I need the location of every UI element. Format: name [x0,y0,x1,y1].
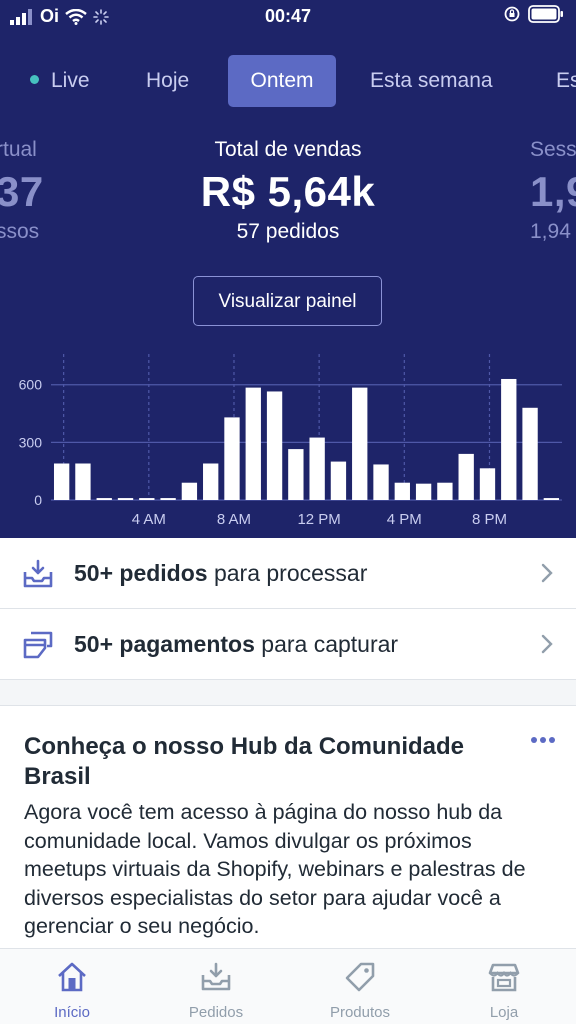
chart-bar [75,463,91,500]
orders-icon [201,962,231,991]
inbox-download-icon [23,559,53,588]
x-tick-label: 4 AM [132,511,166,528]
metric-sub: 1,94 [530,220,571,243]
tab-label: Live [51,69,90,92]
y-tick-label: 0 [34,492,42,508]
tab-today[interactable]: Hoje [146,55,189,107]
x-tick-label: 12 PM [297,511,340,528]
total-sales-label: Total de vendas [214,138,362,161]
chart-bar [394,482,410,500]
chart-bar [522,407,538,500]
row-rest: para processar [207,559,368,586]
tab-live[interactable]: Live [30,55,90,107]
status-right [504,5,564,23]
x-tick-label: 8 AM [217,511,251,528]
hourly-sales-chart: 0 300 600 4 AM 8 AM 12 PM 4 PM 8 PM [19,354,562,528]
orders-count: 57 pedidos [236,220,340,243]
live-indicator-icon [30,74,39,84]
chart-bar [53,463,70,500]
metric-right-partial[interactable]: Sess 1,9 1,94 [530,138,576,244]
chart-bar [373,464,389,500]
more-options-icon[interactable] [530,736,556,744]
row-bold: 50+ pagamentos [74,630,255,657]
chevron-right-icon [541,634,553,654]
row-text: 50+ pedidos para processar [74,560,367,587]
nav-store[interactable]: Loja [432,949,576,1024]
chart-bar [245,387,261,500]
rotation-lock-icon [504,6,520,22]
metric-label: Sess [530,138,576,161]
status-bar: Oi 00:47 [0,0,576,32]
y-tick-label: 600 [19,377,43,393]
clock: 00:47 [264,6,312,26]
x-tick-label: 8 PM [472,511,507,528]
tab-this-week[interactable]: Esta semana [370,55,493,107]
community-hub-card: Conheça o nosso Hub da Comunidade Brasil… [0,705,576,950]
store-icon [488,963,520,992]
bottom-navigation: Início Pedidos Produtos Loja [0,948,576,1024]
nav-products[interactable]: Produtos [288,949,432,1024]
chart-bar [352,387,368,500]
tab-yesterday[interactable]: Ontem [228,55,336,107]
chart-bar [96,498,112,500]
nav-orders[interactable]: Pedidos [144,949,288,1024]
chart-bar [266,391,283,500]
chart-bar [501,378,517,500]
nav-label: Produtos [329,1004,391,1021]
chart-bar [160,498,176,500]
chart-bar [224,417,240,500]
row-rest: para capturar [254,630,399,657]
chart-bar [437,482,453,500]
chart-bar [543,498,560,500]
nav-home[interactable]: Início [0,949,144,1024]
card-body: Agora você tem acesso à página do nosso … [24,800,526,938]
action-list: 50+ pedidos para processar 50+ pagamento… [0,538,576,680]
row-text: 50+ pagamentos para capturar [74,631,398,658]
row-bold: 50+ pedidos [74,559,208,586]
metric-total-sales: Total de vendas R$ 5,64k 57 pedidos [0,138,576,244]
chart-bar [181,482,198,500]
chart-bar [117,498,134,500]
chart-bar [288,449,304,500]
view-dashboard-button[interactable]: Visualizar painel [193,276,382,326]
nav-label: Loja [489,1004,519,1021]
chevron-right-icon [541,563,553,583]
metric-value: 1,9 [530,168,576,215]
card-title: Conheça o nosso Hub da Comunidade Brasil [24,733,465,790]
total-sales-value: R$ 5,64k [200,168,376,215]
tag-icon [345,962,375,992]
battery-icon [528,5,563,23]
home-icon [58,962,86,992]
chart-bar [415,483,432,500]
chart-bar [139,498,155,500]
tab-next-partial[interactable]: Es [556,55,576,107]
sales-overview: Oi 00:47 Live Hoje Ontem Esta semana Es … [0,0,576,538]
chart-bar [479,468,496,500]
date-range-tabs: Live Hoje Ontem Esta semana Es [0,55,576,107]
payments-to-capture-row[interactable]: 50+ pagamentos para capturar [0,609,576,680]
x-tick-label: 4 PM [387,511,422,528]
chart-bar [330,461,347,500]
orders-to-process-row[interactable]: 50+ pedidos para processar [0,538,576,609]
chart-bar [203,463,219,500]
nav-label: Pedidos [188,1004,244,1021]
y-tick-label: 300 [19,434,43,450]
payments-icon [23,631,53,659]
chart-bar [458,453,474,500]
nav-label: Início [54,1004,90,1021]
chart-bar [309,437,325,500]
